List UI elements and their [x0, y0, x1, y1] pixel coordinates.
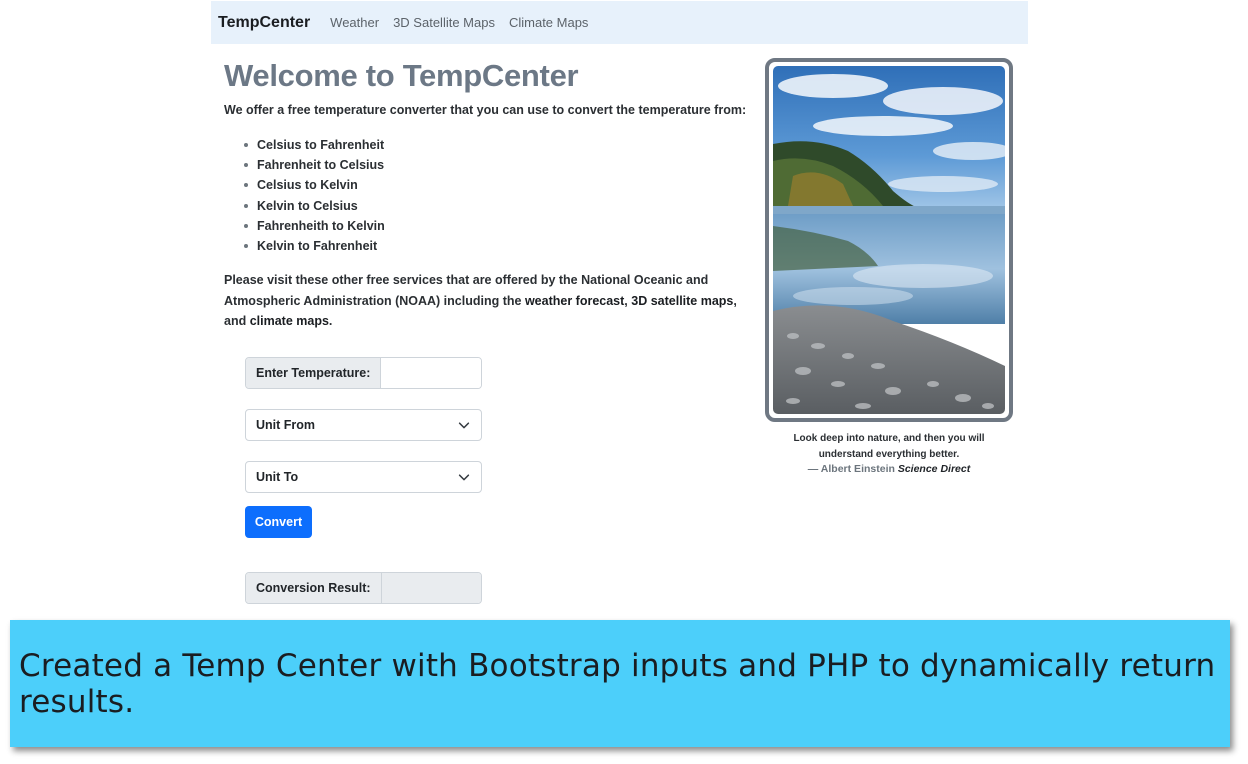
nav-link-climate-maps[interactable]: Climate Maps	[509, 15, 588, 30]
convert-button[interactable]: Convert	[245, 506, 312, 538]
result-label: Conversion Result:	[246, 573, 382, 603]
nature-figure	[765, 58, 1013, 422]
services-paragraph: Please visit these other free services t…	[224, 270, 744, 332]
list-item: Fahrenheith to Kelvin	[243, 217, 385, 237]
list-item: Fahrenheit to Celsius	[243, 156, 385, 176]
page-title: Welcome to TempCenter	[224, 58, 579, 93]
list-item: Kelvin to Celsius	[243, 197, 385, 217]
nav-link-weather[interactable]: Weather	[330, 15, 379, 30]
chevron-down-icon	[458, 474, 470, 481]
paragraph-text: .	[328, 314, 333, 328]
chevron-down-icon	[458, 422, 470, 429]
lake-photo	[773, 66, 1005, 414]
result-output	[381, 573, 481, 603]
result-input-group: Conversion Result:	[245, 572, 482, 604]
lake-landscape-image	[773, 66, 1005, 414]
navbar: TempCenter Weather 3D Satellite Maps Cli…	[211, 1, 1028, 44]
unit-from-value: Unit From	[256, 418, 316, 432]
unit-from-select[interactable]: Unit From	[245, 409, 482, 441]
nav-link-satellite-maps[interactable]: 3D Satellite Maps	[393, 15, 495, 30]
navbar-brand[interactable]: TempCenter	[218, 14, 310, 32]
quote-source: Science Direct	[897, 463, 971, 475]
satellite-maps-link[interactable]: 3D satellite maps	[631, 294, 733, 308]
intro-text: We offer a free temperature converter th…	[224, 103, 747, 117]
nav-links: Weather 3D Satellite Maps Climate Maps	[330, 15, 602, 30]
quote-citation: — Albert Einstein Science Direct	[765, 463, 1013, 475]
unit-to-select[interactable]: Unit To	[245, 461, 482, 493]
unit-to-value: Unit To	[256, 470, 299, 484]
quote-author: — Albert Einstein	[807, 463, 895, 475]
list-item: Celsius to Fahrenheit	[243, 136, 385, 156]
conversion-list: Celsius to Fahrenheit Fahrenheit to Cels…	[243, 136, 385, 257]
list-item: Celsius to Kelvin	[243, 176, 385, 196]
temperature-label: Enter Temperature:	[246, 358, 382, 388]
temperature-input[interactable]	[381, 358, 481, 388]
temperature-input-group: Enter Temperature:	[245, 357, 482, 389]
caption-text: Created a Temp Center with Bootstrap inp…	[19, 647, 1216, 720]
quote-text: Look deep into nature, and then you will…	[793, 433, 985, 460]
caption-banner: Created a Temp Center with Bootstrap inp…	[10, 620, 1230, 747]
climate-maps-link[interactable]: climate maps	[250, 314, 329, 328]
weather-forecast-link[interactable]: weather forecast	[525, 294, 624, 308]
list-item: Kelvin to Fahrenheit	[243, 237, 385, 257]
